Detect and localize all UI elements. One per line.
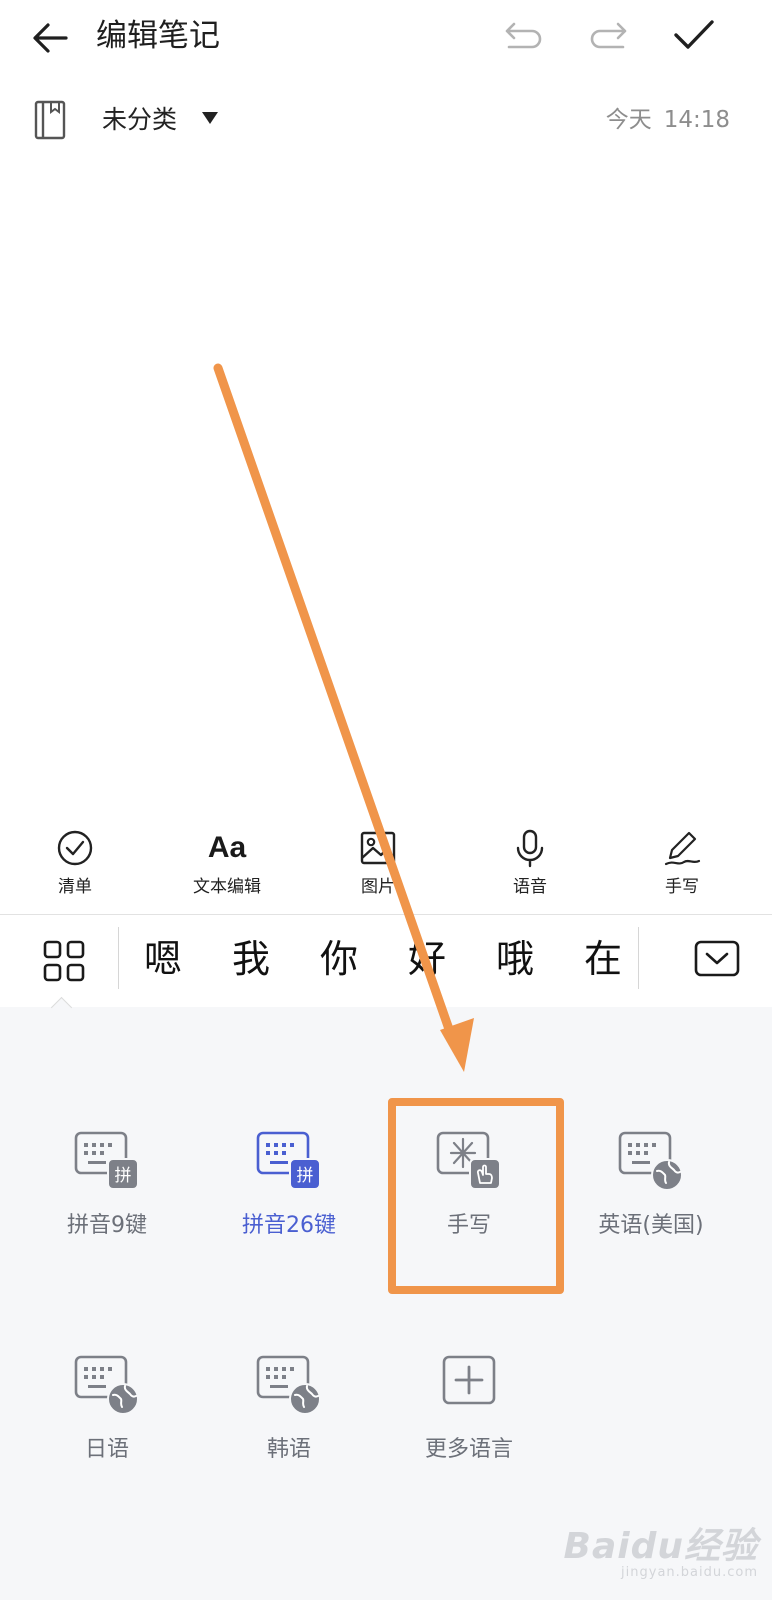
text-edit-label: 文本编辑 — [193, 877, 261, 897]
more-languages-option[interactable]: 更多语言 — [377, 1353, 561, 1493]
pinyin-26-label: 拼音26键 — [242, 1213, 336, 1238]
check-icon — [674, 20, 714, 49]
english-us-option[interactable]: 英语(美国) — [559, 1129, 743, 1269]
handwrite-button[interactable]: 手写 — [622, 818, 742, 910]
candidate-word[interactable]: 在 — [584, 931, 622, 987]
pinyin-badge: 拼 — [297, 1166, 314, 1186]
hide-keyboard-button[interactable] — [694, 939, 740, 979]
checklist-icon — [57, 830, 93, 866]
timestamp-time: 14:18 — [663, 107, 730, 133]
image-label: 图片 — [361, 877, 395, 897]
candidate-word[interactable]: 好 — [408, 931, 446, 987]
checklist-button[interactable]: 清单 — [15, 818, 135, 910]
pinyin-9-key-option[interactable]: 拼 拼音9键 — [15, 1129, 199, 1269]
annotation-highlight-box — [388, 1098, 564, 1294]
english-us-label: 英语(美国) — [598, 1213, 704, 1238]
pen-icon — [664, 831, 701, 866]
watermark: Baidu经验 jingyan.baidu.com — [564, 1517, 758, 1580]
add-icon — [442, 1355, 496, 1405]
image-icon — [360, 831, 396, 865]
note-editor[interactable] — [0, 160, 772, 810]
korean-label: 韩语 — [266, 1437, 311, 1462]
redo-button[interactable] — [586, 16, 630, 56]
timestamp-date: 今天 — [605, 107, 652, 133]
undo-button[interactable] — [502, 16, 546, 56]
grid-icon — [43, 940, 85, 982]
back-button[interactable] — [30, 16, 74, 60]
voice-label: 语音 — [513, 877, 547, 897]
chevron-down-icon[interactable] — [202, 112, 218, 124]
keyboard-pinyin-icon: 拼 — [256, 1131, 321, 1190]
text-edit-button[interactable]: Aa 文本编辑 — [167, 818, 287, 910]
more-languages-label: 更多语言 — [424, 1437, 513, 1462]
keyboard-switch-button[interactable] — [40, 937, 88, 985]
japanese-label: 日语 — [84, 1437, 129, 1462]
notebook-icon[interactable] — [34, 100, 66, 140]
keyboard-globe-icon — [74, 1355, 139, 1415]
japanese-option[interactable]: 日语 — [15, 1353, 199, 1493]
pinyin-9-label: 拼音9键 — [67, 1213, 147, 1238]
korean-option[interactable]: 韩语 — [197, 1353, 381, 1493]
candidate-word[interactable]: 你 — [320, 931, 358, 987]
microphone-icon — [516, 829, 544, 868]
image-button[interactable]: 图片 — [318, 818, 438, 910]
pinyin-26-key-option[interactable]: 拼 拼音26键 — [197, 1129, 381, 1269]
category-selector[interactable]: 未分类 — [102, 100, 177, 140]
voice-button[interactable]: 语音 — [470, 818, 590, 910]
divider — [118, 927, 119, 989]
divider — [638, 927, 639, 989]
ime-candidate-bar: 嗯 我 你 好 哦 在 — [0, 914, 772, 1008]
checklist-label: 清单 — [58, 877, 92, 897]
watermark-logo: Baidu经验 — [563, 1526, 758, 1567]
page-title: 编辑笔记 — [96, 18, 220, 54]
keyboard-globe-icon — [618, 1131, 683, 1191]
text-format-icon: Aa — [207, 831, 247, 864]
redo-icon — [590, 22, 627, 49]
back-arrow-icon — [33, 23, 68, 53]
done-button[interactable] — [670, 12, 718, 58]
editor-toolbar: 清单 Aa 文本编辑 图片 语音 手写 — [0, 818, 772, 910]
keyboard-selection-panel: 拼 拼音9键 拼 拼音26键 手写 英语(美国) 日语 韩语 更多语言 — [0, 1007, 772, 1600]
keyboard-collapse-icon — [694, 940, 740, 977]
keyboard-pinyin-icon: 拼 — [74, 1131, 139, 1190]
handwrite-label: 手写 — [665, 877, 699, 897]
candidate-word[interactable]: 嗯 — [144, 931, 182, 987]
pinyin-badge: 拼 — [115, 1166, 132, 1186]
undo-icon — [505, 22, 542, 49]
note-timestamp: 今天 14:18 — [606, 102, 730, 138]
candidate-word[interactable]: 我 — [232, 931, 270, 987]
keyboard-globe-icon — [256, 1355, 321, 1415]
candidate-word[interactable]: 哦 — [496, 931, 534, 987]
